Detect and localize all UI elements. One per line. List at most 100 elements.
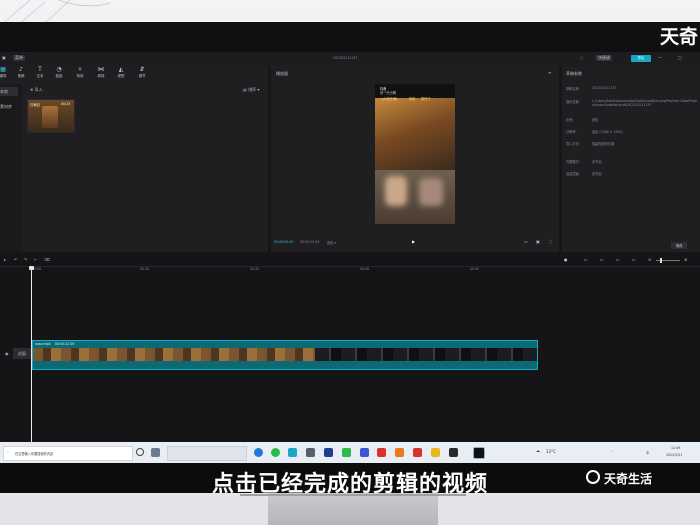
player-ratio-label: 适应	[327, 241, 334, 245]
preview-axis-icon[interactable]: ⇔	[616, 257, 619, 262]
video-frame-top	[375, 98, 455, 170]
taskbar-widget[interactable]	[167, 446, 247, 461]
tool-filter[interactable]: ◭ 滤镜	[114, 66, 128, 78]
ruler-tick-2: 00:20	[250, 267, 260, 271]
video-overlay-title: 《大明王朝》	[380, 97, 400, 101]
zoom-out-icon[interactable]: ⊖	[648, 257, 651, 262]
draft-name-value: 202203211137	[592, 86, 617, 90]
delete-icon[interactable]: ⌫	[44, 257, 50, 262]
cortana-icon[interactable]	[136, 448, 144, 456]
taskbar-search[interactable]: ⌕ 在这里输入你要搜索的内容	[3, 446, 133, 461]
app-red-icon[interactable]	[413, 448, 422, 457]
video-preview[interactable]: 抖音 @一只小鸭 《大明王朝》 哈哈 笑死了	[375, 84, 455, 224]
app-navy-icon[interactable]	[360, 448, 369, 457]
video-blurred-face	[385, 176, 407, 206]
tool-audio[interactable]: ♪ 音频	[14, 66, 28, 78]
video-blurred-face-2	[419, 178, 443, 206]
photoshop-icon[interactable]	[324, 448, 333, 457]
player-ratio-dropdown[interactable]: 适应 ▾	[327, 240, 336, 245]
track-lock-icon[interactable]: ◉	[5, 351, 9, 356]
ratio-icon[interactable]: ▭	[524, 239, 528, 244]
link-icon[interactable]: ⇔	[600, 257, 603, 262]
draft-proxy-label: 代理模式:	[566, 160, 580, 164]
clip-track-duration: 00:00:22:29	[55, 342, 75, 346]
tool-effects[interactable]: ✧ 特效	[73, 66, 87, 78]
draft-resolution-label: 分辨率:	[566, 130, 577, 134]
clip-preview-figure	[42, 106, 58, 128]
sidebar-item-library[interactable]: 素材库	[0, 102, 18, 111]
tool-adjust[interactable]: ⇵ 调节	[135, 66, 149, 78]
edge-icon[interactable]	[254, 448, 263, 457]
jianying-taskbar-icon[interactable]	[473, 447, 485, 459]
app-dark-icon[interactable]	[449, 448, 458, 457]
draft-layer-label: 自由层级:	[566, 172, 580, 176]
wechat-icon[interactable]	[342, 448, 351, 457]
window-title: 202203211137	[333, 56, 358, 60]
tray-time: 11:49	[671, 446, 681, 450]
zoom-slider-handle[interactable]	[660, 258, 662, 263]
task-view-icon[interactable]	[151, 448, 160, 457]
playhead-handle[interactable]	[29, 266, 34, 270]
zoom-in-icon[interactable]: ⊕	[684, 257, 687, 262]
redo-icon[interactable]: ↷	[24, 257, 27, 262]
play-icon[interactable]: ▶	[412, 239, 415, 244]
auto-ripple-icon[interactable]: ⇔	[632, 257, 635, 262]
tool-sticker[interactable]: ◔ 贴纸	[52, 66, 66, 78]
draft-modify-button[interactable]: 修改	[671, 242, 688, 249]
app-orange-icon[interactable]	[395, 448, 404, 457]
tray-date: 2022/3/21	[666, 453, 683, 457]
tray-lang-icon[interactable]: 中	[646, 450, 649, 455]
minimize-icon[interactable]: —	[658, 55, 662, 60]
player-title: 播放器	[276, 71, 288, 76]
sort-label: 排序	[248, 87, 257, 92]
title-bar: ▣ 菜单 202203211137 ◌ 快捷键 导出 — □	[0, 52, 700, 66]
draft-name-label: 草稿名称:	[566, 87, 580, 91]
undo-icon[interactable]: ↶	[14, 257, 17, 262]
clip-added-tag: 已添加	[30, 103, 40, 107]
video-clip-track[interactable]: xxxx.mp4 00:00:22:29	[32, 340, 538, 370]
sidebar-item-local[interactable]: 本地	[0, 87, 18, 96]
media-clip-thumbnail[interactable]: 已添加 00:23	[27, 99, 75, 133]
player-current-time: 00:00:00:00	[274, 240, 294, 244]
split-icon[interactable]: ⊢	[34, 257, 37, 262]
snap-icon[interactable]: ⇔	[584, 257, 587, 262]
explorer-icon[interactable]	[306, 448, 315, 457]
watermark-logo-icon	[586, 470, 600, 484]
folder-icon[interactable]	[431, 448, 440, 457]
tool-transition[interactable]: ⋈ 转场	[94, 66, 108, 78]
clip-file-name: xxxx.mp4	[35, 342, 51, 346]
crop-icon[interactable]: ▣	[536, 239, 540, 244]
draft-location-value: C:/Users/Administrator/AppData/Local/Jia…	[592, 99, 698, 107]
tool-media[interactable]: ▦ 媒体	[0, 66, 10, 78]
draft-proxy-value: 未开启	[592, 160, 602, 164]
sort-dropdown[interactable]: ▤ 排序 ▾	[243, 87, 259, 93]
menu-button[interactable]: 菜单	[13, 55, 25, 61]
draft-ratio-label: 比例:	[566, 118, 574, 122]
tray-chevron-icon[interactable]: ⌃	[611, 450, 614, 454]
player-menu-icon[interactable]: ≡	[548, 70, 551, 75]
watermark-top: 天奇	[659, 26, 698, 48]
watermark-bottom: 天奇生活	[604, 472, 653, 486]
export-button[interactable]: 导出	[631, 55, 651, 62]
draft-import-label: 导入方式:	[566, 142, 580, 146]
import-button[interactable]: ⊕ 导入	[30, 87, 43, 93]
draft-fields: 草稿名称: 202203211137 保存位置: C:/Users/Admini…	[566, 86, 698, 181]
app-blue-icon[interactable]	[288, 448, 297, 457]
select-tool-icon[interactable]: ▸	[4, 257, 6, 262]
video-overlay-text-2: 笑死了	[421, 97, 431, 101]
maximize-icon[interactable]: □	[678, 55, 682, 60]
fullscreen-icon[interactable]: ⛶	[549, 239, 552, 244]
help-icon[interactable]: ◌	[580, 55, 584, 60]
cover-button[interactable]: 封面	[13, 348, 31, 359]
draft-location-label: 保存位置:	[566, 100, 580, 104]
video-overlay-text: 哈哈	[409, 97, 416, 101]
wps-icon[interactable]	[377, 448, 386, 457]
chrome-icon[interactable]	[271, 448, 280, 457]
ruler-tick-1: 00:10	[140, 267, 150, 271]
shortcut-button[interactable]: 快捷键	[596, 55, 612, 61]
weather-icon[interactable]: ☁	[536, 448, 540, 453]
mic-icon[interactable]: ●	[564, 257, 568, 262]
draft-layer-value: 未开启	[592, 172, 602, 176]
video-overlay-user: @一只小鸭	[380, 91, 396, 95]
tool-text[interactable]: T 文本	[33, 66, 47, 78]
